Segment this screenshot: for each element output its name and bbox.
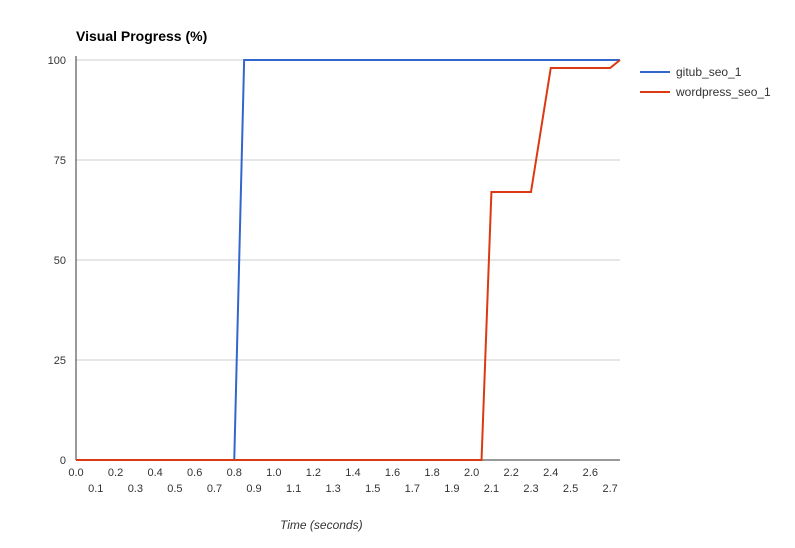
x-tick-label: 2.4 xyxy=(543,467,558,479)
x-tick-label: 0.2 xyxy=(108,467,123,479)
y-tick-label: 75 xyxy=(54,155,66,167)
legend-label: wordpress_seo_1 xyxy=(675,85,771,99)
x-tick-label: 1.5 xyxy=(365,483,380,495)
x-tick-label: 0.4 xyxy=(147,467,162,479)
x-tick-label: 2.6 xyxy=(583,467,598,479)
x-tick-label: 2.5 xyxy=(563,483,578,495)
x-tick-label: 2.3 xyxy=(523,483,538,495)
chart-container: Visual Progress (%) 0 25 50 75 100 0.0 0.1 0.2 0… xyxy=(0,0,795,548)
x-tick-label: 2.7 xyxy=(602,483,617,495)
x-tick-label: 0.3 xyxy=(128,483,143,495)
x-tick-label: 1.0 xyxy=(266,467,281,479)
plot-area: 0 25 50 75 100 0.0 0.1 0.2 0.3 0.4 0.5 0.6 0.7 0.8 0.9… xyxy=(48,55,620,495)
x-tick-label: 0.5 xyxy=(167,483,182,495)
x-tick-label: 0.8 xyxy=(227,467,242,479)
x-tick-label: 1.2 xyxy=(306,467,321,479)
x-tick-label: 1.7 xyxy=(405,483,420,495)
x-tick-label: 0.6 xyxy=(187,467,202,479)
legend: gitub_seo_1 wordpress_seo_1 xyxy=(640,65,771,99)
x-tick-label: 1.4 xyxy=(345,467,360,479)
x-tick-label: 0.1 xyxy=(88,483,103,495)
x-tick-label: 1.6 xyxy=(385,467,400,479)
x-tick-label: 0.9 xyxy=(246,483,261,495)
y-tick-label: 0 xyxy=(60,455,66,467)
x-tick-label: 2.1 xyxy=(484,483,499,495)
y-tick-label: 100 xyxy=(48,55,66,67)
x-tick-label: 1.1 xyxy=(286,483,301,495)
x-tick-label: 1.8 xyxy=(424,467,439,479)
x-tick-label: 1.3 xyxy=(326,483,341,495)
legend-label: gitub_seo_1 xyxy=(676,65,742,79)
x-tick-label: 0.0 xyxy=(68,467,83,479)
y-tick-label: 25 xyxy=(54,355,66,367)
chart-svg: 0 25 50 75 100 0.0 0.1 0.2 0.3 0.4 0.5 0.6 0.7 0.8 0.9… xyxy=(0,0,795,548)
y-tick-label: 50 xyxy=(54,255,66,267)
x-tick-label: 0.7 xyxy=(207,483,222,495)
x-tick-label: 2.0 xyxy=(464,467,479,479)
x-axis-label: Time (seconds) xyxy=(280,518,363,532)
chart-title: Visual Progress (%) xyxy=(76,28,207,44)
x-tick-label: 2.2 xyxy=(504,467,519,479)
x-tick-label: 1.9 xyxy=(444,483,459,495)
